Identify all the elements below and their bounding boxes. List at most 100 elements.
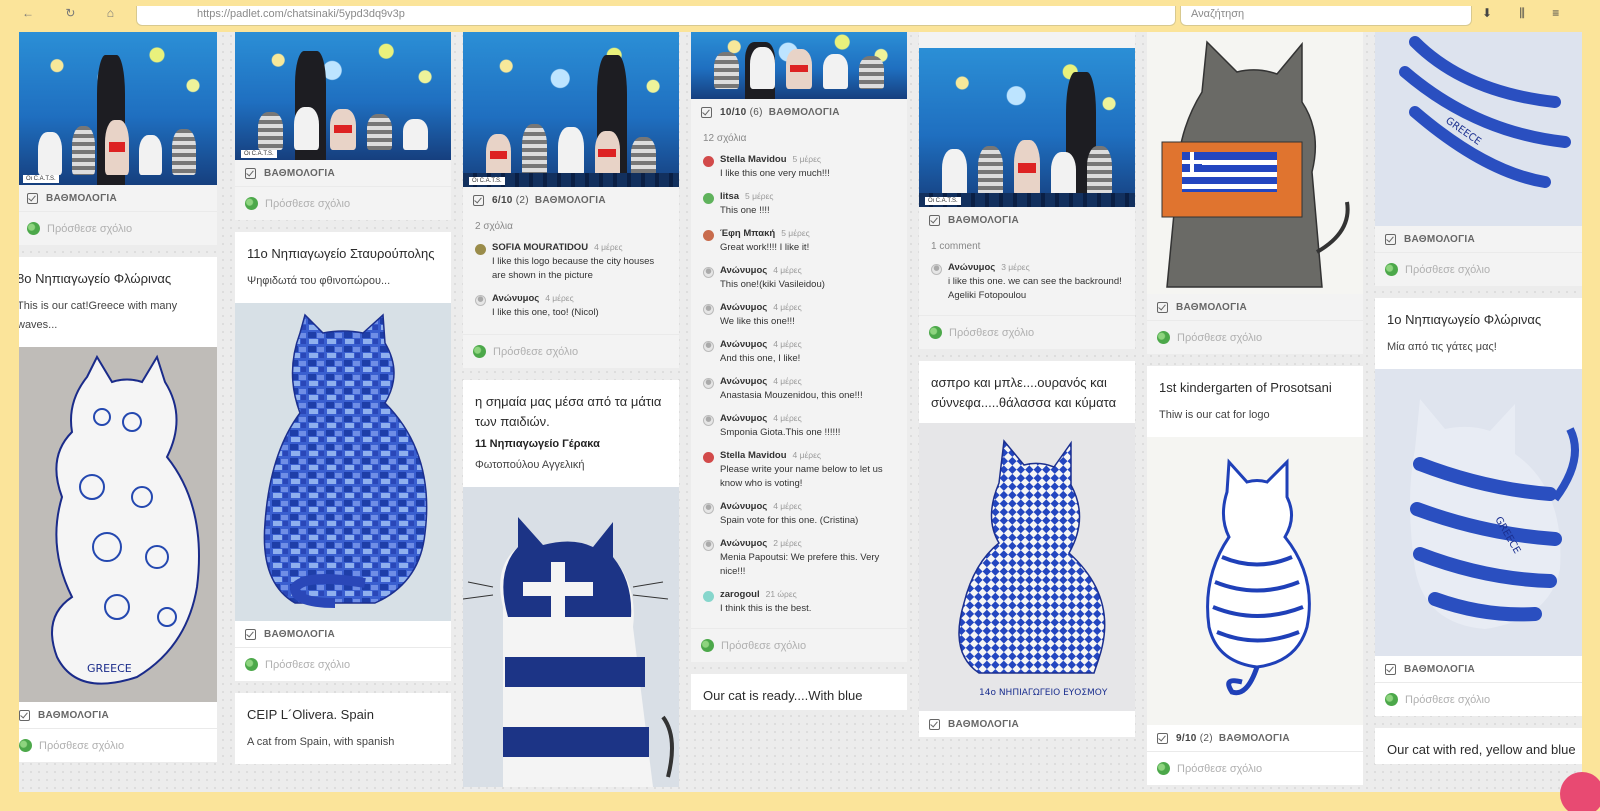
post-card[interactable]: ΒΑΘΜΟΛΟΓΙΑ Πρόσθεσε σχόλιο [1147,32,1363,354]
add-comment-input[interactable]: Πρόσθεσε σχόλιο [235,647,451,681]
padlet-board[interactable]: Οι C.A.T.S. ΒΑΘΜΟΛΟΓΙΑ Πρόσθεσε σχόλιο 8… [19,32,1582,792]
starry-night-cats-image[interactable]: Οι C.A.T.S. [235,32,451,160]
post-card[interactable]: Οι C.A.T.S. ΒΑΘΜΟΛΟΓΙΑ Πρόσθεσε σχόλιο [19,32,217,245]
svg-text:GREECE: GREECE [87,662,132,675]
post-card[interactable]: 11ο Νηπιαγωγείο Σταυρούπολης Ψηφιδωτά το… [235,232,451,681]
post-card[interactable]: 1st kindergarten of Prosotsani Thiw is o… [1147,366,1363,785]
checkbox-icon[interactable] [701,106,712,118]
comments-count: 2 σχόλια [475,221,513,232]
browser-nav-icons[interactable]: ← ↻ ⌂ [22,6,128,20]
user-avatar-icon [473,345,486,358]
greek-flag-cat-image[interactable]: GREECE [1375,369,1582,656]
post-card[interactable]: Οι C.A.T.S. ΒΑΘΜΟΛΟΓΙΑ Πρόσθεσε σχόλιο [235,32,451,220]
checkbox-icon[interactable] [1157,732,1168,744]
add-post-button[interactable] [1560,772,1600,811]
user-avatar-icon [929,326,942,339]
user-avatar-icon [19,739,32,752]
mosaic-cat-drawing [263,313,428,608]
post-body: Φωτοπούλου Αγγελική [475,459,585,471]
checkbox-icon[interactable] [929,214,940,226]
column-2: Οι C.A.T.S. ΒΑΘΜΟΛΟΓΙΑ Πρόσθεσε σχόλιο 1… [235,32,451,776]
checkbox-icon[interactable] [929,718,940,730]
starry-night-cats-image[interactable] [691,32,907,99]
rating-bar[interactable]: ΒΑΘΜΟΛΟΓΙΑ [1375,656,1582,682]
comment: Stella Mavidou 5 μέρες I like this one ver… [691,150,907,187]
column-4: 10/10 (6) ΒΑΘΜΟΛΟΓΙΑ 12 σχόλια Stella Mav… [691,32,907,722]
avatar [703,267,714,278]
rating-bar[interactable]: ΒΑΘΜΟΛΟΓΙΑ [919,207,1135,233]
comment: Ανώνυμος 4 μέρες I like this one, too! (Ni… [463,289,679,326]
add-comment-input[interactable]: Πρόσθεσε σχόλιο [463,334,679,368]
add-comment-input[interactable]: Πρόσθεσε σχόλιο [19,211,217,245]
checkered-cat-image[interactable]: 14ο ΝΗΠΙΑΓΩΓΕΙΟ ΕΥΟΣΜΟΥ [919,423,1135,711]
checkbox-icon[interactable] [19,709,30,721]
checkbox-icon[interactable] [473,194,484,206]
avatar [703,156,714,167]
rating-bar[interactable]: ΒΑΘΜΟΛΟΓΙΑ [235,160,451,186]
browser-search-input[interactable]: Αναζήτηση [1180,6,1472,26]
add-comment-input[interactable]: Πρόσθεσε σχόλιο [691,628,907,662]
add-comment-input[interactable]: Πρόσθεσε σχόλιο [1147,320,1363,354]
rating-bar[interactable]: ΒΑΘΜΟΛΟΓΙΑ [1375,226,1582,252]
user-avatar-icon [27,222,40,235]
rating-bar[interactable]: ΒΑΘΜΟΛΟΓΙΑ [235,621,451,647]
starry-night-cats-image[interactable]: Οι C.A.T.S. [463,32,679,187]
post-card[interactable]: Our cat with red, yellow and blue [1375,728,1582,764]
post-card[interactable]: GREECE ΒΑΘΜΟΛΟΓΙΑ Πρόσθεσε σχόλιο [1375,32,1582,286]
post-card[interactable]: η σημαία μας μέσα από τα μάτια των παιδι… [463,380,679,787]
starry-night-cats-image[interactable]: Οι C.A.T.S. [919,48,1135,207]
post-card[interactable]: 1ο Νηπιαγωγείο Φλώρινας Μία από τις γάτε… [1375,298,1582,716]
user-avatar-icon [701,639,714,652]
user-avatar-icon [1385,693,1398,706]
comments-count: 1 comment [931,241,981,252]
checkbox-icon[interactable] [245,167,256,179]
post-card[interactable]: ασπρο και μπλε....ουρανός και σύννεφα...… [919,361,1135,737]
flag-cat-drawing [463,517,674,787]
post-card[interactable]: Our cat is ready....With blue [691,674,907,710]
swirl-cat-image[interactable]: GREECE [19,347,217,702]
address-bar[interactable]: https://padlet.com/chatsinaki/5ypd3dq9v3… [136,6,1176,26]
rating-bar[interactable]: 6/10 (2) ΒΑΘΜΟΛΟΓΙΑ [463,187,679,213]
post-card[interactable]: Οι C.A.T.S. ΒΑΘΜΟΛΟΓΙΑ 1 comment Ανώνυμο… [919,32,1135,349]
checkbox-icon[interactable] [1385,233,1396,245]
post-title: Our cat is ready....With blue [703,688,863,703]
rating-bar[interactable]: 9/10 (2) ΒΑΘΜΟΛΟΓΙΑ [1147,725,1363,751]
post-title: η σημαία μας μέσα από τα μάτια των παιδι… [475,394,662,429]
avatar [703,503,714,514]
avatar [703,193,714,204]
checkbox-icon[interactable] [27,192,38,204]
flag-sweater-cat-image[interactable] [1147,32,1363,294]
post-card[interactable]: 10/10 (6) ΒΑΘΜΟΛΟΓΙΑ 12 σχόλια Stella Mav… [691,32,907,662]
post-title: Our cat with red, yellow and blue [1387,742,1576,757]
comments-list: Stella Mavidou 5 μέρες I like this one ver… [691,150,907,622]
post-card[interactable]: Οι C.A.T.S. 6/10 (2) ΒΑΘΜΟΛΟΓΙΑ 2 σχόλια … [463,32,679,368]
user-avatar-icon [1157,331,1170,344]
post-card[interactable]: CEIP L´Olivera. Spain A cat from Spain, … [235,693,451,764]
striped-cat-image[interactable] [1147,437,1363,725]
striped-cat-drawing [1206,458,1311,696]
flag-cat-image[interactable] [463,487,679,787]
greek-flag-cat-image[interactable]: GREECE [1375,32,1582,226]
mosaic-cat-image[interactable] [235,303,451,621]
add-comment-input[interactable]: Πρόσθεσε σχόλιο [1147,751,1363,785]
checkbox-icon[interactable] [1157,301,1168,313]
add-comment-input[interactable]: Πρόσθεσε σχόλιο [1375,252,1582,286]
add-comment-input[interactable]: Πρόσθεσε σχόλιο [919,315,1135,349]
column-7: GREECE ΒΑΘΜΟΛΟΓΙΑ Πρόσθεσε σχόλιο 1ο Νηπ… [1375,32,1582,776]
rating-bar[interactable]: ΒΑΘΜΟΛΟΓΙΑ [19,185,217,211]
post-card[interactable]: 8ο Νηπιαγωγείο Φλώρινας This is our cat!… [19,257,217,762]
starry-night-cats-image[interactable]: Οι C.A.T.S. [19,32,217,185]
swirl-cat-drawing: GREECE [51,354,200,685]
comment: Ανώνυμος 4 μέρες This one!(kiki Vasileidou… [691,261,907,298]
rating-bar[interactable]: ΒΑΘΜΟΛΟΓΙΑ [1147,294,1363,320]
browser-menu-icons[interactable]: ⬇ ⫼ ≡ [1482,6,1571,21]
rating-bar[interactable]: ΒΑΘΜΟΛΟΓΙΑ [19,702,217,728]
add-comment-input[interactable]: Πρόσθεσε σχόλιο [19,728,217,762]
comments-count: 12 σχόλια [703,133,747,144]
checkbox-icon[interactable] [1385,663,1396,675]
checkbox-icon[interactable] [245,628,256,640]
rating-bar[interactable]: ΒΑΘΜΟΛΟΓΙΑ [919,711,1135,737]
rating-bar[interactable]: 10/10 (6) ΒΑΘΜΟΛΟΓΙΑ [691,99,907,125]
add-comment-input[interactable]: Πρόσθεσε σχόλιο [235,186,451,220]
add-comment-input[interactable]: Πρόσθεσε σχόλιο [1375,682,1582,716]
